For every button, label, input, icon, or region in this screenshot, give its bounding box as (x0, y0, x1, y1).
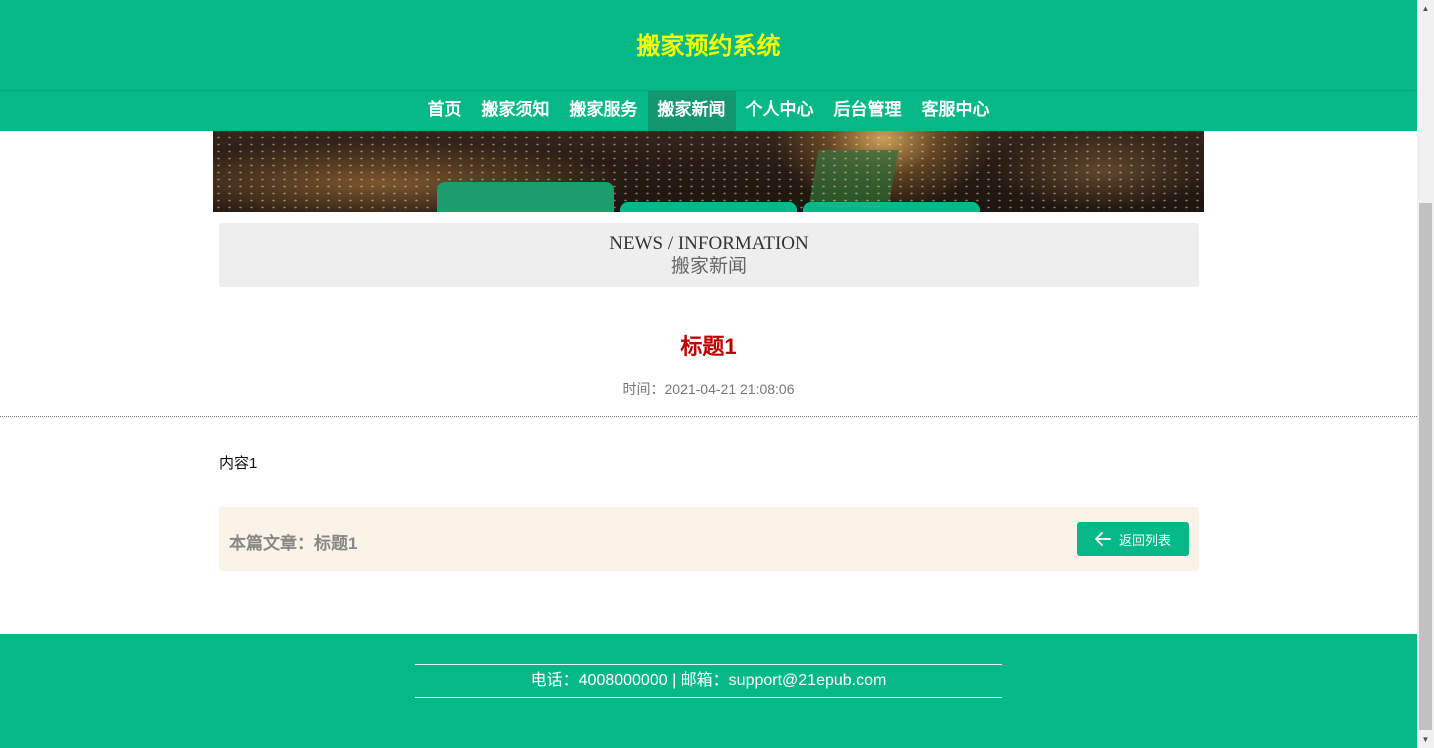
page: 搬家预约系统 首页 搬家须知 搬家服务 搬家新闻 个人中心 后台管理 客服中心 … (0, 0, 1417, 748)
article-time: 时间：2021-04-21 21:08:06 (0, 379, 1417, 399)
current-article-title: 标题1 (314, 534, 358, 553)
site-header: 搬家预约系统 首页 搬家须知 搬家服务 搬家新闻 个人中心 后台管理 客服中心 (0, 0, 1417, 131)
back-to-list-button[interactable]: 返回列表 (1077, 522, 1189, 556)
section-title-en: NEWS / INFORMATION (609, 233, 809, 254)
nav-item-moving-notice[interactable]: 搬家须知 (472, 91, 560, 131)
nav-item-customer-service[interactable]: 客服中心 (912, 91, 1000, 131)
main-nav: 首页 搬家须知 搬家服务 搬家新闻 个人中心 后台管理 客服中心 (0, 90, 1417, 132)
article-title: 标题1 (680, 334, 737, 359)
site-title: 搬家预约系统 (636, 33, 781, 60)
site-footer: 电话：4008000000 | 邮箱：support@21epub.com (0, 634, 1417, 748)
banner-tab (620, 202, 797, 212)
section-title-cn: 搬家新闻 (670, 255, 747, 277)
divider (0, 416, 1417, 417)
scroll-up-icon[interactable]: ▲ (1417, 0, 1434, 17)
time-label: 时间： (622, 381, 665, 397)
banner-image (213, 120, 1204, 212)
current-article: 本篇文章：标题1 (229, 529, 357, 554)
article-footer-bar: 本篇文章：标题1 返回列表 (219, 507, 1199, 571)
nav-item-moving-service[interactable]: 搬家服务 (560, 91, 648, 131)
banner-tab (803, 202, 980, 212)
banner-tab (437, 182, 614, 212)
article-content: 内容1 (219, 455, 258, 472)
nav-item-admin[interactable]: 后台管理 (824, 91, 912, 131)
nav-item-moving-news[interactable]: 搬家新闻 (647, 91, 736, 131)
scrollbar-thumb[interactable] (1419, 203, 1432, 730)
section-title-box: NEWS / INFORMATION 搬家新闻 (219, 223, 1199, 287)
nav-item-home[interactable]: 首页 (418, 91, 472, 131)
scroll-down-icon[interactable]: ▼ (1417, 731, 1434, 748)
arrow-left-icon (1095, 532, 1111, 546)
back-to-list-label: 返回列表 (1118, 532, 1171, 548)
time-value: 2021-04-21 21:08:06 (664, 381, 795, 397)
nav-item-personal-center[interactable]: 个人中心 (736, 91, 824, 131)
current-article-label: 本篇文章： (229, 534, 314, 553)
footer-contact: 电话：4008000000 | 邮箱：support@21epub.com (415, 664, 1002, 698)
vertical-scrollbar[interactable]: ▲ ▼ (1417, 0, 1434, 748)
